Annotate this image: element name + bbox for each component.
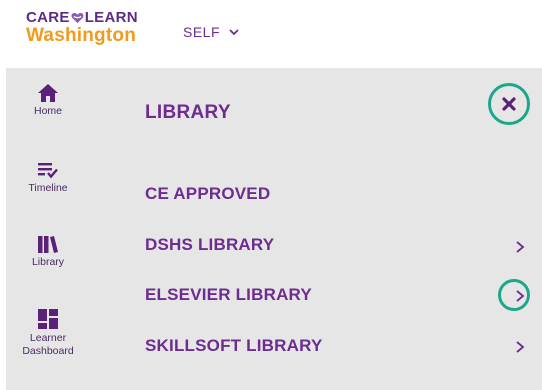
dashboard-icon xyxy=(38,309,58,329)
self-dropdown[interactable]: SELF xyxy=(183,24,239,40)
logo-care-text: CARE xyxy=(26,9,70,26)
timeline-icon xyxy=(38,163,58,179)
close-button[interactable] xyxy=(488,83,530,125)
library-icon xyxy=(38,236,58,253)
nav-label-learner-dashboard: Learner Dashboard xyxy=(22,332,74,357)
nav-item-home[interactable]: Home xyxy=(6,83,90,118)
menu-item-ce-approved[interactable]: CE APPROVED xyxy=(145,184,270,204)
nav-item-library[interactable]: Library xyxy=(6,234,90,269)
chevron-down-icon xyxy=(229,29,239,36)
close-icon xyxy=(502,97,516,111)
logo-learn-text: LEARN xyxy=(84,9,138,26)
chevron-right-icon[interactable] xyxy=(514,289,526,303)
menu-item-dshs-library[interactable]: DSHS LIBRARY xyxy=(145,235,274,255)
menu-item-skillsoft-library[interactable]: SKILLSOFT LIBRARY xyxy=(145,336,322,356)
menu-item-elsevier-library[interactable]: ELSEVIER LIBRARY xyxy=(145,285,312,305)
chevron-right-icon[interactable] xyxy=(514,240,526,254)
logo-washington-text: Washington xyxy=(26,25,136,46)
nav-label-timeline: Timeline xyxy=(28,182,68,194)
library-menu-title: LIBRARY xyxy=(145,102,231,123)
nav-label-library: Library xyxy=(31,256,65,268)
side-nav: Home Timeline Library Learner Dashboard xyxy=(6,68,90,390)
nav-item-timeline[interactable]: Timeline xyxy=(6,160,90,195)
nav-label-home: Home xyxy=(33,105,62,117)
home-icon xyxy=(38,84,58,102)
nav-item-learner-dashboard[interactable]: Learner Dashboard xyxy=(6,308,90,358)
heart-icon xyxy=(71,12,84,23)
care-learn-logo[interactable]: CARE LEARN Washington xyxy=(26,10,138,45)
top-bar: CARE LEARN Washington SELF xyxy=(0,0,542,68)
self-label: SELF xyxy=(183,24,221,40)
chevron-right-icon[interactable] xyxy=(514,340,526,354)
